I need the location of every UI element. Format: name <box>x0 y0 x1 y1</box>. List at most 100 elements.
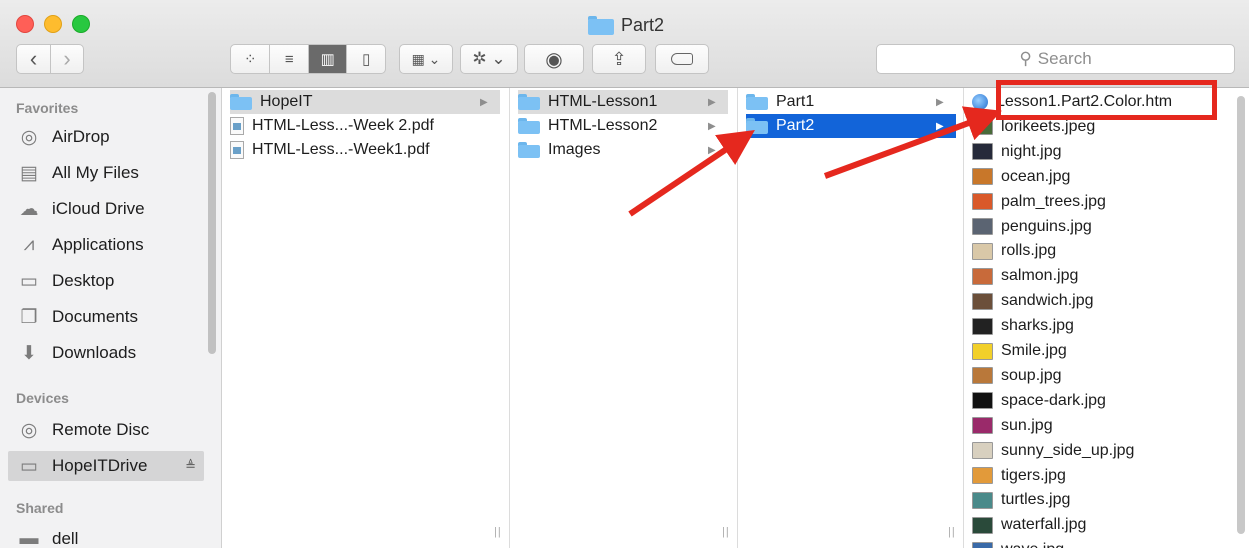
tags-button[interactable] <box>655 44 709 74</box>
list-view-button[interactable]: ≡ <box>269 45 308 73</box>
file-row[interactable]: Images ▶ <box>518 138 728 162</box>
sidebar-item-downloads[interactable]: ⬇ Downloads <box>16 338 204 368</box>
file-row[interactable]: sunny_side_up.jpg <box>972 439 1234 463</box>
sidebar-item-label: All My Files <box>52 163 139 182</box>
tag-icon <box>671 53 693 65</box>
sidebar: Favorites ◎ AirDrop ▤ All My Files ☁ iCloud D… <box>0 88 222 548</box>
arrange-button[interactable]: ▦ ⌄ <box>399 44 453 74</box>
browser-column-4: Lesson1.Part2.Color.htm lorikeets.jpeg nig… <box>964 88 1249 548</box>
toolbar: Part2 ‹ › ⁘ ≡ ▥ ▯ ▦ ⌄ ✲ ⌄ ◉ ⇪ ⚲ Search <box>0 0 1249 88</box>
file-row[interactable]: night.jpg <box>972 140 1234 164</box>
favorites-heading: Favorites <box>16 100 79 116</box>
highlight-box <box>996 80 1217 120</box>
eject-icon[interactable]: ≜ <box>185 458 196 474</box>
file-row[interactable]: soup.jpg <box>972 364 1234 388</box>
column-resize-handle[interactable]: || <box>494 526 502 538</box>
sidebar-item-documents[interactable]: ❐ Documents <box>16 302 204 332</box>
sidebar-scrollbar[interactable] <box>208 92 216 354</box>
applications-icon: ⩘ <box>23 234 35 255</box>
file-row[interactable]: Smile.jpg <box>972 339 1234 363</box>
cloud-icon: ☁ <box>19 198 39 220</box>
zoom-window-button[interactable] <box>72 15 90 33</box>
share-button[interactable]: ⇪ <box>592 44 646 74</box>
close-window-button[interactable] <box>16 15 34 33</box>
sidebar-item-label: dell <box>52 529 79 548</box>
file-name: night.jpg <box>1001 142 1062 160</box>
quick-look-button[interactable]: ◉ <box>524 44 584 74</box>
sidebar-item-applications[interactable]: ⩘ Applications <box>16 230 204 260</box>
file-row[interactable]: HTML-Lesson2 ▶ <box>518 114 728 138</box>
file-name: lorikeets.jpeg <box>1001 117 1096 135</box>
column-resize-handle[interactable]: || <box>948 526 956 538</box>
image-thumbnail-icon <box>972 193 993 211</box>
desktop-icon: ▭ <box>20 270 38 292</box>
back-button[interactable]: ‹ <box>17 45 50 73</box>
search-field[interactable]: ⚲ Search <box>876 44 1235 74</box>
file-row[interactable]: salmon.jpg <box>972 264 1234 288</box>
sidebar-item-label: AirDrop <box>52 127 110 146</box>
file-row[interactable]: sun.jpg <box>972 414 1234 438</box>
sidebar-item-label: HopeITDrive <box>52 456 148 475</box>
chevron-right-icon: ▶ <box>708 120 716 132</box>
image-thumbnail-icon <box>972 342 993 360</box>
computer-icon: ▬ <box>19 528 39 548</box>
folder-icon <box>230 94 252 110</box>
file-row[interactable]: waterfall.jpg <box>972 513 1234 537</box>
image-thumbnail-icon <box>972 367 993 385</box>
cover-flow-button[interactable]: ▯ <box>346 45 385 73</box>
file-row[interactable]: palm_trees.jpg <box>972 190 1234 214</box>
file-row[interactable]: Part2 ▶ <box>746 114 956 138</box>
file-row[interactable]: HopeIT ▶ <box>230 90 500 114</box>
sidebar-item-dell[interactable]: ▬ dell <box>16 524 204 548</box>
sidebar-item-all-my-files[interactable]: ▤ All My Files <box>16 158 204 188</box>
sidebar-item-label: Remote Disc <box>52 420 150 439</box>
airdrop-icon: ◎ <box>20 126 38 148</box>
column-resize-handle[interactable]: || <box>722 526 730 538</box>
file-name: HTML-Less...-Week 2.pdf <box>252 117 434 134</box>
file-row[interactable]: sandwich.jpg <box>972 289 1234 313</box>
forward-button[interactable]: › <box>49 45 83 73</box>
file-name: penguins.jpg <box>1001 217 1092 235</box>
sidebar-item-hopeitdrive[interactable]: ▭ HopeITDrive ≜ <box>8 451 204 481</box>
file-row[interactable]: tigers.jpg <box>972 464 1234 488</box>
file-row[interactable]: wave.jpg <box>972 538 1234 548</box>
file-row[interactable]: rolls.jpg <box>972 239 1234 263</box>
file-row[interactable]: Part1 ▶ <box>746 90 956 114</box>
column-view-button[interactable]: ▥ <box>307 45 347 73</box>
folder-icon <box>518 118 540 134</box>
file-row[interactable]: sharks.jpg <box>972 314 1234 338</box>
file-row[interactable]: turtles.jpg <box>972 488 1234 512</box>
image-thumbnail-icon <box>972 467 993 484</box>
file-row[interactable]: space-dark.jpg <box>972 389 1234 413</box>
folder-icon <box>518 94 540 110</box>
sidebar-item-airdrop[interactable]: ◎ AirDrop <box>16 122 204 152</box>
image-thumbnail-icon <box>972 242 993 260</box>
downloads-icon: ⬇ <box>21 342 37 364</box>
minimize-window-button[interactable] <box>44 15 62 33</box>
window-title-label: Part2 <box>621 14 665 35</box>
sidebar-item-remote-disc[interactable]: ◎ Remote Disc <box>16 415 204 445</box>
file-row[interactable]: HTML-Less...-Week1.pdf <box>230 138 500 162</box>
folder-icon <box>588 15 614 35</box>
file-name: sun.jpg <box>1001 416 1053 434</box>
image-thumbnail-icon <box>972 118 993 136</box>
action-gear-button[interactable]: ✲ ⌄ <box>460 44 518 74</box>
drive-icon: ▭ <box>20 455 38 477</box>
documents-icon: ❐ <box>20 306 38 328</box>
file-list-scrollbar[interactable] <box>1237 96 1245 534</box>
file-row[interactable]: HTML-Lesson1 ▶ <box>518 90 728 114</box>
file-row[interactable]: ocean.jpg <box>972 165 1234 189</box>
file-name: rolls.jpg <box>1001 242 1057 260</box>
pdf-file-icon <box>230 141 244 159</box>
file-name: ocean.jpg <box>1001 167 1071 185</box>
image-thumbnail-icon <box>972 516 993 534</box>
image-thumbnail-icon <box>972 267 993 285</box>
file-name: HTML-Lesson2 <box>548 117 658 134</box>
icon-view-button[interactable]: ⁘ <box>231 45 269 73</box>
image-thumbnail-icon <box>972 491 993 509</box>
file-row[interactable]: HTML-Less...-Week 2.pdf <box>230 114 500 138</box>
sidebar-item-desktop[interactable]: ▭ Desktop <box>16 266 204 296</box>
folder-icon <box>746 118 768 134</box>
file-row[interactable]: penguins.jpg <box>972 215 1234 239</box>
sidebar-item-icloud-drive[interactable]: ☁ iCloud Drive <box>16 194 204 224</box>
